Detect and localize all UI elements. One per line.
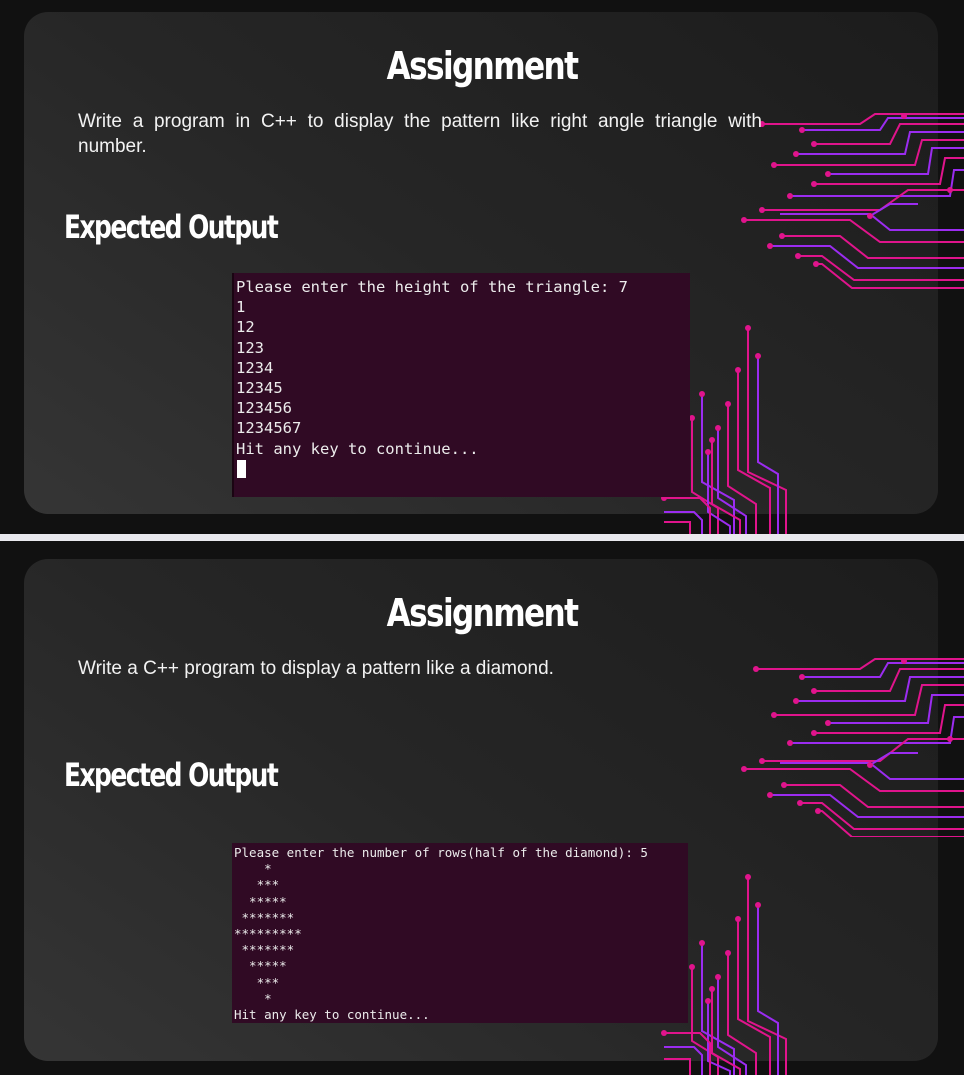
terminal-line: ***** (234, 893, 287, 909)
terminal-output: Please enter the height of the triangle:… (232, 273, 690, 497)
slide-title: Assignment (386, 44, 579, 88)
slide-title: Assignment (386, 591, 579, 635)
terminal-line: Hit any key to continue... (236, 439, 479, 458)
terminal-lines: Please enter the height of the triangle:… (234, 277, 690, 482)
terminal-line: *** (234, 877, 280, 893)
terminal-line: *** (234, 974, 280, 990)
terminal-line: Please enter the number of rows(half of … (234, 845, 648, 860)
terminal-line: Hit any key to continue... (234, 1007, 430, 1023)
expected-output-heading: Expected Output (64, 756, 279, 794)
slide-1: Assignment Write a program in C++ to dis… (0, 0, 964, 534)
terminal-line: ******* (234, 909, 295, 925)
terminal-lines: Please enter the number of rows(half of … (232, 845, 688, 1023)
slide-2: Assignment Write a C++ program to displa… (0, 541, 964, 1075)
terminal-line: 123 (236, 338, 264, 357)
terminal-line: Please enter the height of the triangle:… (236, 278, 628, 296)
terminal-line: 1234 (236, 358, 274, 377)
terminal-line: 12345 (236, 379, 283, 398)
expected-output-heading: Expected Output (64, 208, 279, 246)
terminal-line: 1234567 (236, 419, 302, 438)
terminal-line: ******* (234, 942, 295, 958)
terminal-output: Please enter the number of rows(half of … (232, 843, 688, 1023)
circuit-decoration-icon (741, 113, 964, 289)
terminal-line: ***** (234, 958, 287, 974)
terminal-line: * (234, 990, 272, 1006)
terminal-line: * (234, 861, 272, 877)
circuit-decoration-icon (741, 658, 964, 837)
assignment-description: Write a C++ program to display a pattern… (78, 658, 554, 679)
terminal-line: ********* (234, 926, 302, 942)
terminal-line: 1 (236, 298, 246, 317)
terminal-line: 123456 (236, 399, 292, 418)
terminal-line: 12 (236, 318, 255, 337)
assignment-description: Write a program in C++ to display the pa… (78, 111, 762, 157)
terminal-cursor (237, 459, 246, 478)
